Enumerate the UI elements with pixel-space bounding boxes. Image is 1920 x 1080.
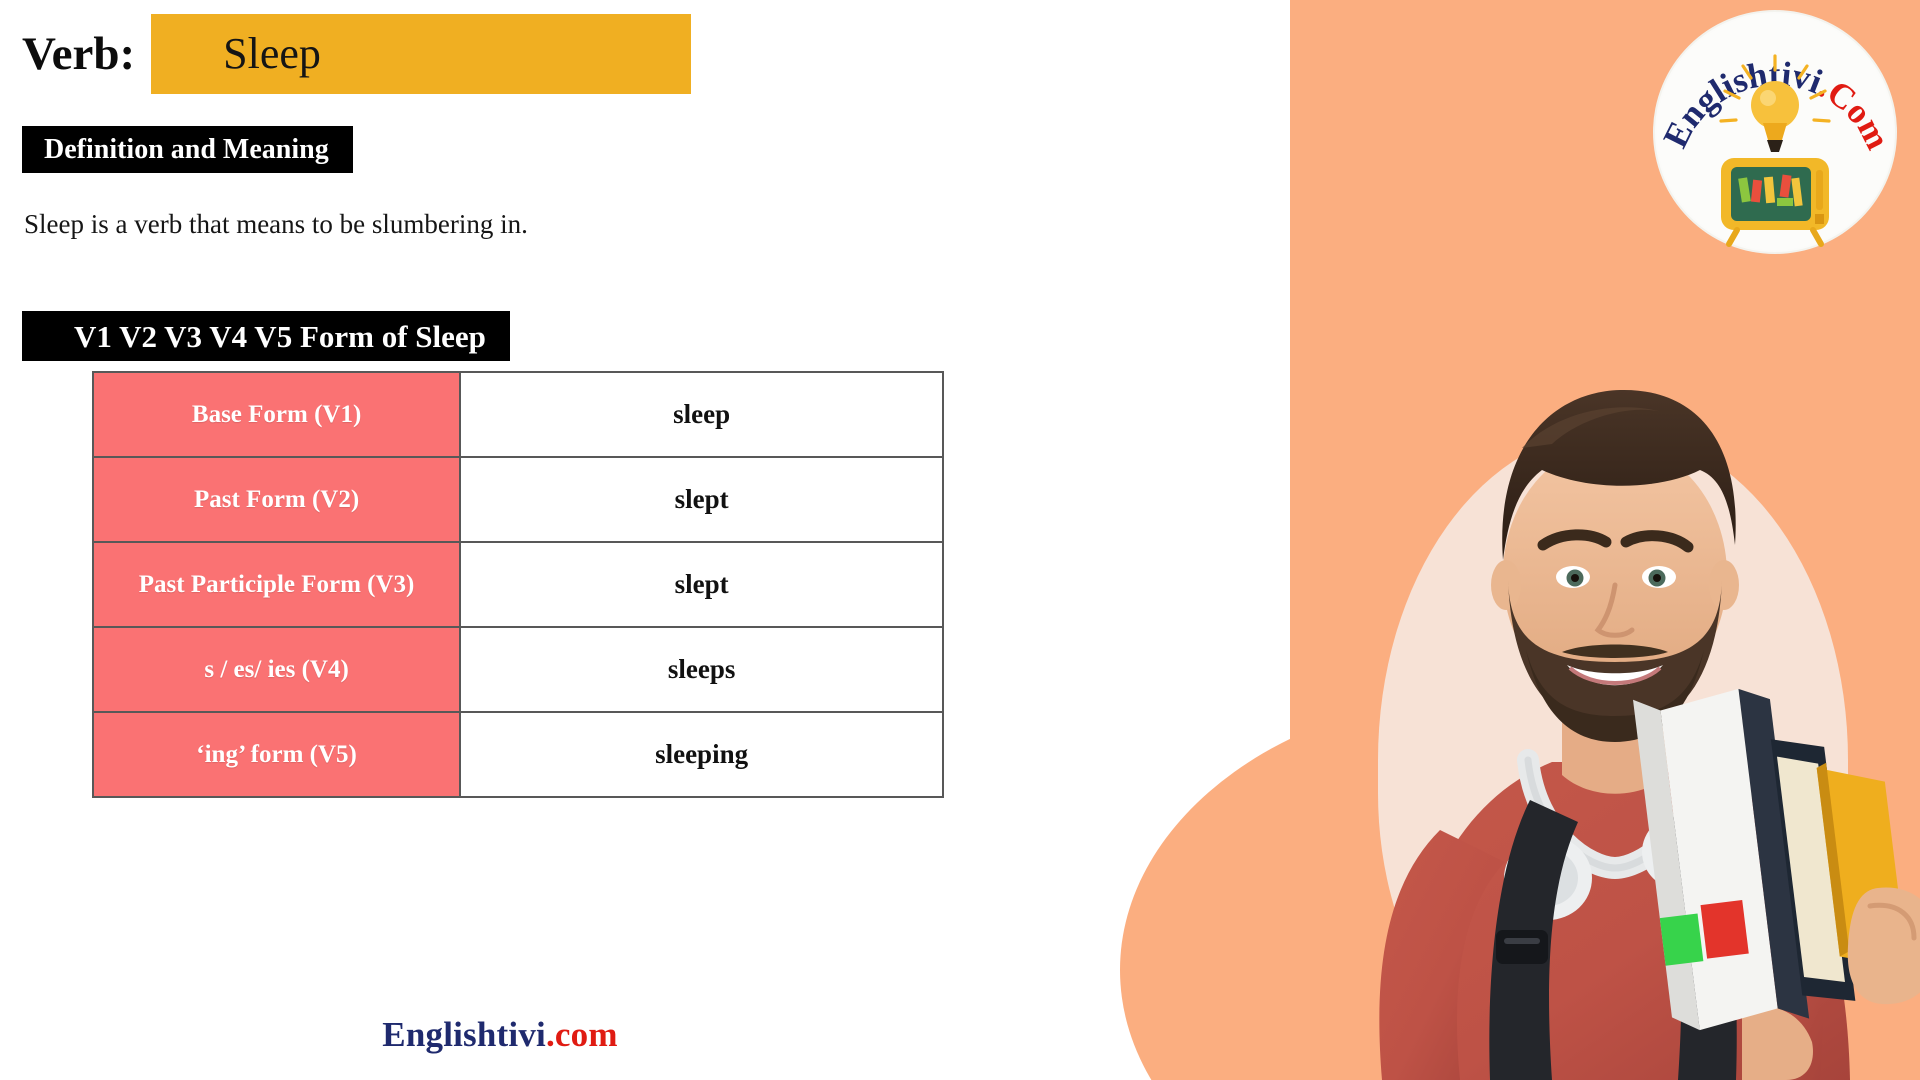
form-label-v3: Past Participle Form (V3) [91, 541, 462, 628]
verb-value-chip: Sleep [151, 14, 692, 94]
footer-brand-tld: .com [545, 1015, 618, 1054]
verb-value: Sleep [223, 29, 321, 78]
definition-text: Sleep is a verb that means to be slumber… [24, 209, 528, 239]
lightbulb-icon [1751, 81, 1799, 129]
definition-section-tag: Definition and Meaning [22, 126, 353, 173]
definition-tag-label: Definition and Meaning [44, 133, 329, 165]
englishtivi-logo-badge[interactable]: Englishtivi.Com [1655, 12, 1895, 252]
form-label-v4: s / es/ ies (V4) [91, 626, 462, 713]
verb-header-row: Verb: Sleep [22, 14, 692, 94]
forms-section-tag: V1 V2 V3 V4 V5 Form of Sleep [22, 311, 510, 361]
form-value-v1: sleep [459, 371, 944, 458]
form-value-v4: sleeps [459, 626, 944, 713]
form-label-v5: ‘ing’ form (V5) [91, 711, 462, 798]
footer-brand-name: Englishtivi [382, 1015, 546, 1054]
form-label-v2: Past Form (V2) [91, 456, 462, 543]
form-value-v3: slept [459, 541, 944, 628]
footer-brand: Englishtivi.com [0, 1015, 1000, 1055]
form-label-v1: Base Form (V1) [91, 371, 462, 458]
verb-label: Verb: [22, 28, 136, 80]
verb-forms-infographic: Englishtivi.Com [0, 0, 1920, 1080]
table-row: Base Form (V1) sleep [91, 371, 944, 458]
table-row: ‘ing’ form (V5) sleeping [91, 711, 944, 798]
forms-tag-label: V1 V2 V3 V4 V5 Form of Sleep [74, 318, 486, 354]
form-value-v5: sleeping [459, 711, 944, 798]
form-value-v2: slept [459, 456, 944, 543]
verb-forms-table: Base Form (V1) sleep Past Form (V2) slep… [91, 371, 944, 798]
table-row: Past Participle Form (V3) slept [91, 541, 944, 628]
table-row: s / es/ ies (V4) sleeps [91, 626, 944, 713]
table-row: Past Form (V2) slept [91, 456, 944, 543]
